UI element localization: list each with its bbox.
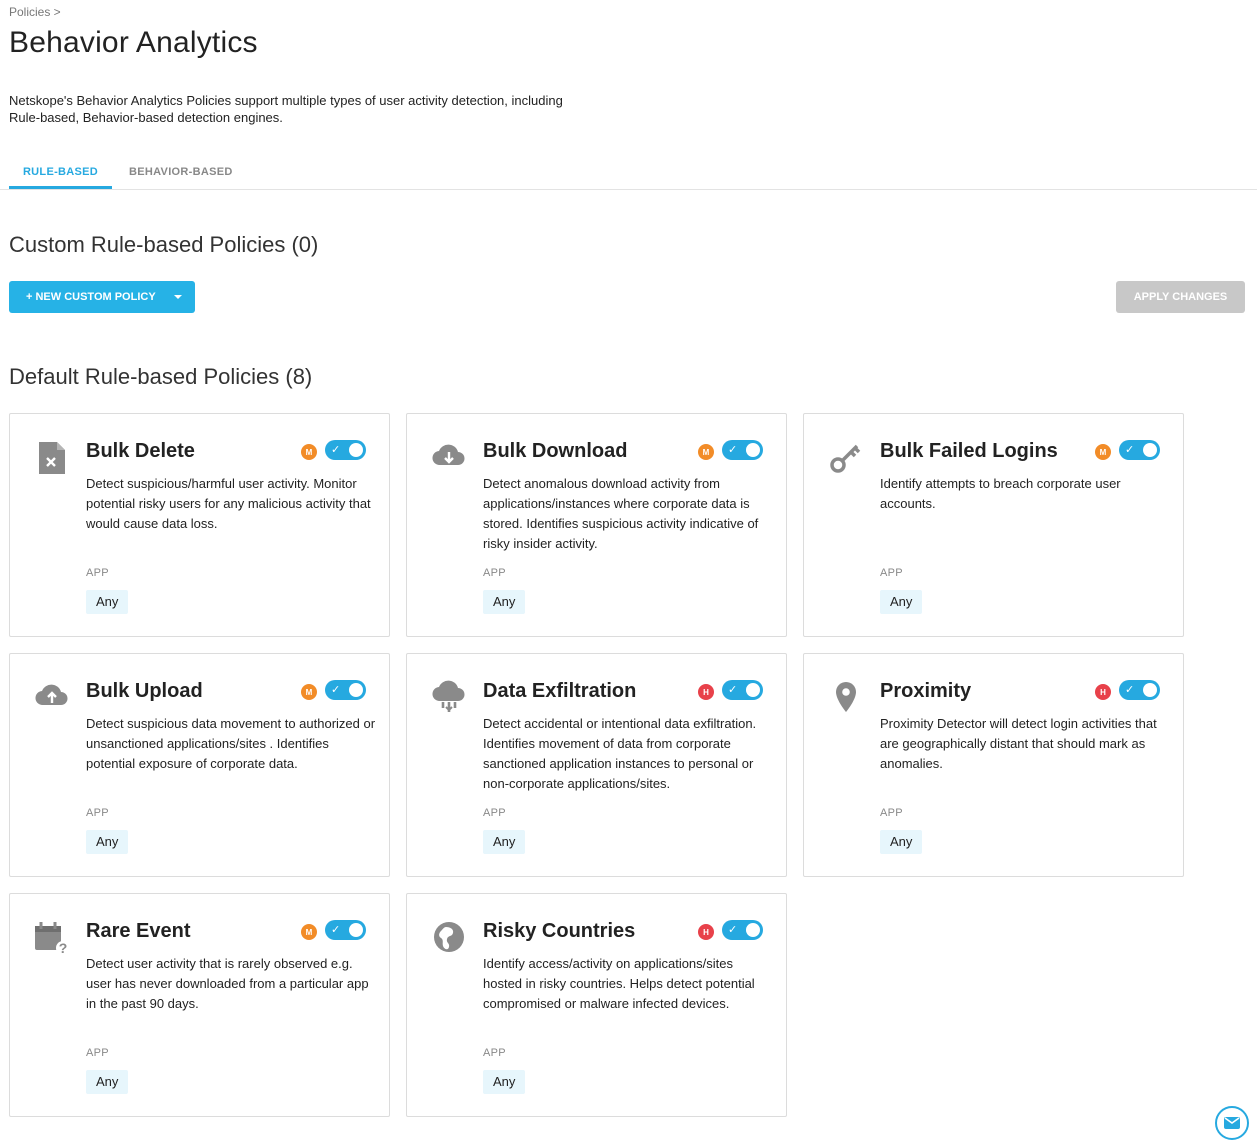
check-icon: ✓ xyxy=(1125,444,1135,456)
policy-title: Rare Event xyxy=(86,920,191,942)
policy-enable-toggle[interactable]: ✓ xyxy=(325,920,366,940)
policy-title: Bulk Download xyxy=(483,440,628,462)
app-chip: Any xyxy=(86,590,129,614)
policy-card-bulk-download: Bulk Download M ✓ Detect anomalous downl… xyxy=(406,413,787,637)
policy-description: Proximity Detector will detect login act… xyxy=(880,716,1157,771)
app-label: APP xyxy=(880,807,903,819)
severity-badge: M xyxy=(1095,444,1111,460)
globe-icon xyxy=(429,920,469,956)
policy-card-rare-event: ? Rare Event M ✓ Detect user activity th… xyxy=(9,893,390,1117)
chevron-down-icon[interactable] xyxy=(174,295,182,299)
toggle-knob xyxy=(349,443,363,457)
severity-badge: M xyxy=(301,684,317,700)
policy-title: Bulk Delete xyxy=(86,440,195,462)
page-title: Behavior Analytics xyxy=(9,26,258,59)
breadcrumb[interactable]: Policies > xyxy=(9,5,61,19)
new-custom-policy-label: + NEW CUSTOM POLICY xyxy=(26,291,156,303)
tab-rule-based[interactable]: RULE-BASED xyxy=(9,166,112,189)
toggle-knob xyxy=(746,683,760,697)
apply-changes-button[interactable]: APPLY CHANGES xyxy=(1116,281,1245,313)
page-description: Netskope's Behavior Analytics Policies s… xyxy=(9,93,563,125)
policy-description: Identify access/activity on applications… xyxy=(483,956,755,1011)
policy-description: Detect anomalous download activity from … xyxy=(483,476,759,551)
policy-card-risky-countries: Risky Countries H ✓ Identify access/acti… xyxy=(406,893,787,1117)
cloud-upload-icon xyxy=(32,680,72,716)
severity-badge: H xyxy=(1095,684,1111,700)
severity-badge: H xyxy=(698,684,714,700)
policy-enable-toggle[interactable]: ✓ xyxy=(722,440,763,460)
policy-card-bulk-failed-logins: Bulk Failed Logins M ✓ Identify attempts… xyxy=(803,413,1184,637)
policy-title: Bulk Failed Logins xyxy=(880,440,1058,462)
app-chip: Any xyxy=(86,830,129,854)
policy-card-bulk-delete: Bulk Delete M ✓ Detect suspicious/harmfu… xyxy=(9,413,390,637)
app-label: APP xyxy=(86,567,109,579)
custom-section-title: Custom Rule-based Policies (0) xyxy=(9,232,319,257)
policy-description: Detect suspicious data movement to autho… xyxy=(86,716,376,771)
app-chip: Any xyxy=(880,590,923,614)
policy-description: Detect user activity that is rarely obse… xyxy=(86,956,369,1011)
severity-badge: H xyxy=(698,924,714,940)
app-chip: Any xyxy=(86,1070,129,1094)
policy-description: Detect accidental or intentional data ex… xyxy=(483,716,757,791)
policy-enable-toggle[interactable]: ✓ xyxy=(722,680,763,700)
app-label: APP xyxy=(483,1047,506,1059)
mail-icon xyxy=(1224,1117,1240,1129)
policy-enable-toggle[interactable]: ✓ xyxy=(1119,440,1160,460)
policy-title: Data Exfiltration xyxy=(483,680,637,702)
policy-enable-toggle[interactable]: ✓ xyxy=(1119,680,1160,700)
check-icon: ✓ xyxy=(1125,684,1135,696)
check-icon: ✓ xyxy=(331,684,341,696)
toggle-knob xyxy=(746,923,760,937)
policy-title: Bulk Upload xyxy=(86,680,203,702)
policy-card-data-exfiltration: Data Exfiltration H ✓ Detect accidental … xyxy=(406,653,787,877)
severity-badge: M xyxy=(698,444,714,460)
app-label: APP xyxy=(483,567,506,579)
check-icon: ✓ xyxy=(331,444,341,456)
check-icon: ✓ xyxy=(331,924,341,936)
cloud-exfiltration-icon xyxy=(429,680,469,716)
app-chip: Any xyxy=(880,830,923,854)
check-icon: ✓ xyxy=(728,684,738,696)
app-label: APP xyxy=(86,1047,109,1059)
app-label: APP xyxy=(86,807,109,819)
check-icon: ✓ xyxy=(728,444,738,456)
location-pin-icon xyxy=(826,680,866,716)
severity-badge: M xyxy=(301,924,317,940)
toggle-knob xyxy=(1143,443,1157,457)
policy-card-proximity: Proximity H ✓ Proximity Detector will de… xyxy=(803,653,1184,877)
file-delete-icon xyxy=(32,440,72,476)
policy-enable-toggle[interactable]: ✓ xyxy=(325,680,366,700)
support-mail-button[interactable] xyxy=(1215,1106,1249,1140)
tab-bar: RULE-BASED BEHAVIOR-BASED xyxy=(0,158,1257,190)
toggle-knob xyxy=(1143,683,1157,697)
tab-behavior-based[interactable]: BEHAVIOR-BASED xyxy=(129,166,233,178)
policy-description: Detect suspicious/harmful user activity.… xyxy=(86,476,371,531)
toggle-knob xyxy=(349,923,363,937)
default-section-title: Default Rule-based Policies (8) xyxy=(9,364,313,389)
app-label: APP xyxy=(880,567,903,579)
policy-title: Proximity xyxy=(880,680,972,702)
app-label: APP xyxy=(483,807,506,819)
policy-card-bulk-upload: Bulk Upload M ✓ Detect suspicious data m… xyxy=(9,653,390,877)
severity-badge: M xyxy=(301,444,317,460)
app-chip: Any xyxy=(483,1070,526,1094)
new-custom-policy-button[interactable]: + NEW CUSTOM POLICY xyxy=(9,281,195,313)
policy-enable-toggle[interactable]: ✓ xyxy=(722,920,763,940)
policy-title: Risky Countries xyxy=(483,920,636,942)
check-icon: ✓ xyxy=(728,924,738,936)
toggle-knob xyxy=(746,443,760,457)
calendar-question-icon: ? xyxy=(32,920,72,956)
app-chip: Any xyxy=(483,830,526,854)
app-chip: Any xyxy=(483,590,526,614)
toggle-knob xyxy=(349,683,363,697)
policy-description: Identify attempts to breach corporate us… xyxy=(880,476,1121,511)
policy-enable-toggle[interactable]: ✓ xyxy=(325,440,366,460)
key-icon xyxy=(826,440,866,476)
cloud-download-icon xyxy=(429,440,469,476)
svg-text:?: ? xyxy=(59,940,68,956)
